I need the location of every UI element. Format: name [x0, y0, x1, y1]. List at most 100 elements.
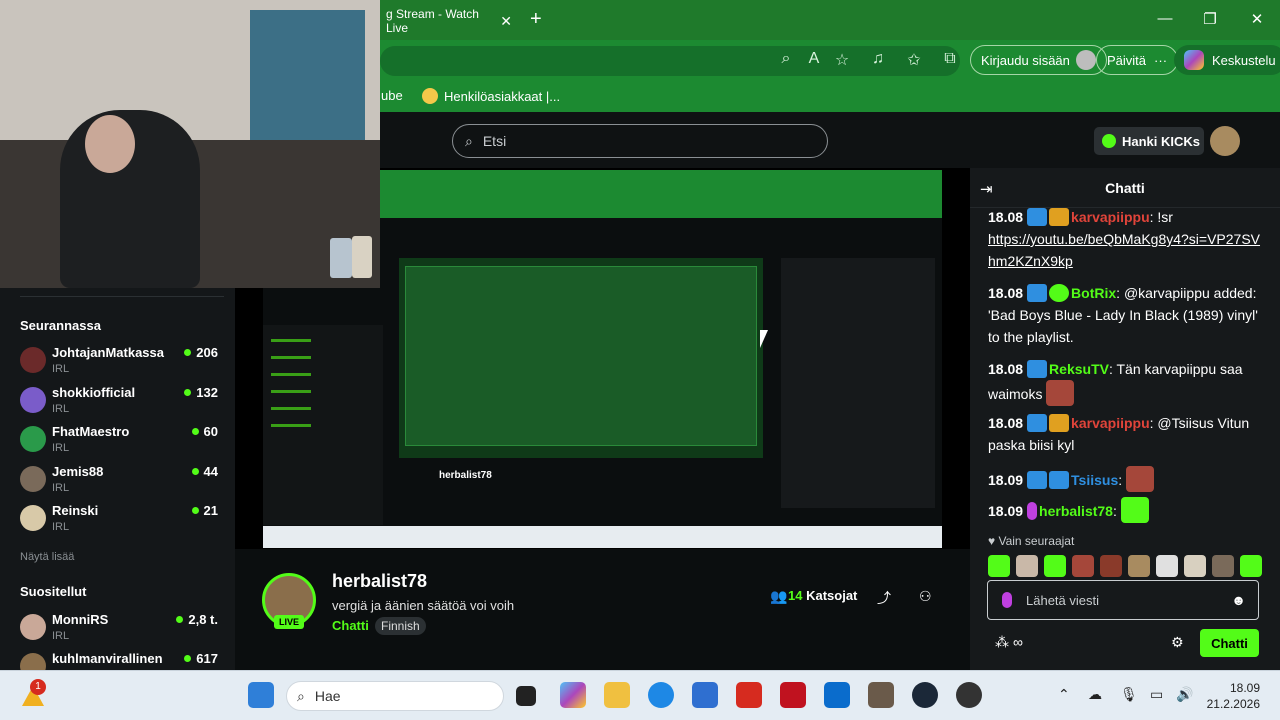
- count-value: 617: [196, 651, 218, 666]
- following-item[interactable]: JohtajanMatkassa IRL 206: [20, 345, 220, 381]
- emote-icon[interactable]: [1100, 555, 1122, 577]
- chat-message: 18.08 karvapiippu: !sr https://youtu.be/b…: [988, 206, 1260, 272]
- chat-points-value: ∞: [1013, 634, 1023, 650]
- microphone-icon[interactable]: 🎙: [1120, 686, 1138, 703]
- new-tab-icon[interactable]: +: [530, 8, 542, 31]
- signin-label: Kirjaudu sisään: [981, 52, 1070, 68]
- bookmark-youtube[interactable]: ube: [381, 88, 403, 103]
- bookmark-henkiloasiakkaat[interactable]: Henkilöasiakkaat |...: [422, 88, 560, 104]
- following-item[interactable]: shokkiofficial IRL 132: [20, 385, 220, 421]
- message-user[interactable]: BotRix: [1071, 285, 1116, 301]
- signin-button[interactable]: Kirjaudu sisään: [970, 45, 1107, 75]
- read-aloud-icon[interactable]: A: [804, 50, 824, 68]
- count-value: 44: [203, 464, 218, 479]
- heart-icon: ♥: [988, 534, 999, 548]
- viewer-count: 617: [184, 651, 218, 666]
- live-dot-icon: [184, 349, 192, 356]
- favorites-icon[interactable]: ✩: [904, 50, 924, 70]
- close-window-icon[interactable]: ✕: [1247, 10, 1267, 28]
- start-icon[interactable]: [248, 682, 274, 708]
- emote-icon[interactable]: [988, 555, 1010, 577]
- chat-message: 18.08 karvapiippu: @Tsiisus Vitun paska b…: [988, 412, 1260, 456]
- following-item[interactable]: Reinski IRL 21: [20, 503, 220, 539]
- channel-category: IRL: [52, 482, 70, 494]
- chat-settings-icon[interactable]: ⚙: [1171, 634, 1184, 651]
- steam-icon[interactable]: [912, 682, 938, 708]
- emote-icon[interactable]: [1184, 555, 1206, 577]
- language-tag[interactable]: Finnish: [375, 617, 426, 635]
- following-item[interactable]: FhatMaestro IRL 60: [20, 424, 220, 460]
- app-game-icon[interactable]: [868, 682, 894, 708]
- message-time: 18.08: [988, 209, 1024, 225]
- channel-category: IRL: [52, 442, 70, 454]
- taskbar-clock[interactable]: 18.09 21.2.2026: [1200, 680, 1260, 712]
- emoji-picker-icon[interactable]: ☻: [1231, 592, 1246, 608]
- edge-icon[interactable]: [648, 682, 674, 708]
- chat-message: 18.09 herbalist78:: [988, 497, 1260, 523]
- chat-message-input[interactable]: Lähetä viesti ☻: [987, 580, 1259, 620]
- following-item[interactable]: Jemis88 IRL 44: [20, 464, 220, 500]
- tray-chevron-icon[interactable]: ⌃: [1058, 686, 1070, 703]
- user-avatar[interactable]: [1210, 126, 1240, 156]
- zoom-icon[interactable]: ⌕: [776, 50, 796, 68]
- recommended-item[interactable]: kuhlmanvirallinen 617: [20, 651, 220, 670]
- restore-icon[interactable]: ❐: [1200, 10, 1220, 28]
- chat-send-button[interactable]: Chatti: [1200, 629, 1259, 657]
- mcafee-icon[interactable]: [780, 682, 806, 708]
- outlook-icon[interactable]: [824, 682, 850, 708]
- store-icon[interactable]: [692, 682, 718, 708]
- channel-name: kuhlmanvirallinen: [52, 651, 163, 666]
- emote-icon[interactable]: [1044, 555, 1066, 577]
- taskbar-search-input[interactable]: ⌕ Hae: [286, 681, 504, 711]
- chat-points-icon[interactable]: ⁂: [995, 634, 1009, 651]
- message-user[interactable]: ReksuTV: [1049, 361, 1109, 377]
- message-time: 18.09: [988, 503, 1024, 519]
- obs-icon[interactable]: [956, 682, 982, 708]
- message-user[interactable]: herbalist78: [1039, 503, 1113, 519]
- message-user[interactable]: Tsiisus: [1071, 472, 1118, 488]
- close-tab-icon[interactable]: ✕: [500, 13, 512, 30]
- collections-icon[interactable]: ⧉: [940, 50, 960, 68]
- message-user[interactable]: karvapiippu: [1071, 209, 1150, 225]
- network-icon[interactable]: ▭: [1150, 686, 1163, 703]
- media-icon[interactable]: ♫: [868, 50, 888, 68]
- message-time: 18.09: [988, 472, 1024, 488]
- avatar: [20, 426, 46, 452]
- emote-icon[interactable]: [1016, 555, 1038, 577]
- notification-badge: 1: [30, 679, 46, 695]
- emote-icon[interactable]: [1128, 555, 1150, 577]
- kicks-icon: [1102, 134, 1116, 148]
- show-more-link[interactable]: Näytä lisää: [20, 551, 74, 563]
- message-user[interactable]: karvapiippu: [1071, 415, 1150, 431]
- volume-icon[interactable]: 🔊: [1176, 686, 1193, 703]
- verified-badge-icon: [1049, 284, 1070, 302]
- emote-icon[interactable]: [1156, 555, 1178, 577]
- recommended-item[interactable]: MonniRS IRL 2,8 t.: [20, 612, 220, 648]
- copilot-app-icon[interactable]: [560, 682, 586, 708]
- browser-tab[interactable]: g Stream - Watch Live ✕: [380, 6, 520, 36]
- emote-icon[interactable]: [1212, 555, 1234, 577]
- minimize-icon[interactable]: —: [1155, 10, 1175, 27]
- favorite-star-icon[interactable]: ☆: [832, 50, 852, 70]
- emote-icon[interactable]: [1240, 555, 1262, 577]
- copilot-button[interactable]: Keskustelu: [1174, 45, 1280, 75]
- search-icon: ⌕: [465, 132, 473, 149]
- stream-category-link[interactable]: Chatti: [332, 618, 369, 633]
- app-l-icon[interactable]: [736, 682, 762, 708]
- update-button[interactable]: Päivitä ···: [1096, 45, 1179, 75]
- kick-search-input[interactable]: ⌕ Etsi: [452, 124, 828, 158]
- channel-category: IRL: [52, 403, 70, 415]
- follow-user-icon[interactable]: ⚇: [919, 588, 932, 605]
- get-kicks-button[interactable]: Hanki KICKs: [1094, 127, 1204, 155]
- update-label: Päivitä: [1107, 52, 1147, 68]
- file-explorer-icon[interactable]: [604, 682, 630, 708]
- message-time: 18.08: [988, 415, 1024, 431]
- streamer-name[interactable]: herbalist78: [332, 571, 427, 592]
- message-link[interactable]: https://youtu.be/beQbMaKg8y4?si=VP27SVhm…: [988, 231, 1260, 269]
- tray-cloud-icon[interactable]: ☁: [1088, 686, 1102, 703]
- emote-icon[interactable]: [1072, 555, 1094, 577]
- task-view-icon[interactable]: [516, 686, 536, 706]
- recommended-title: Suositellut: [20, 584, 87, 599]
- viewer-count: 44: [191, 464, 218, 479]
- share-icon[interactable]: ⤴: [877, 588, 891, 608]
